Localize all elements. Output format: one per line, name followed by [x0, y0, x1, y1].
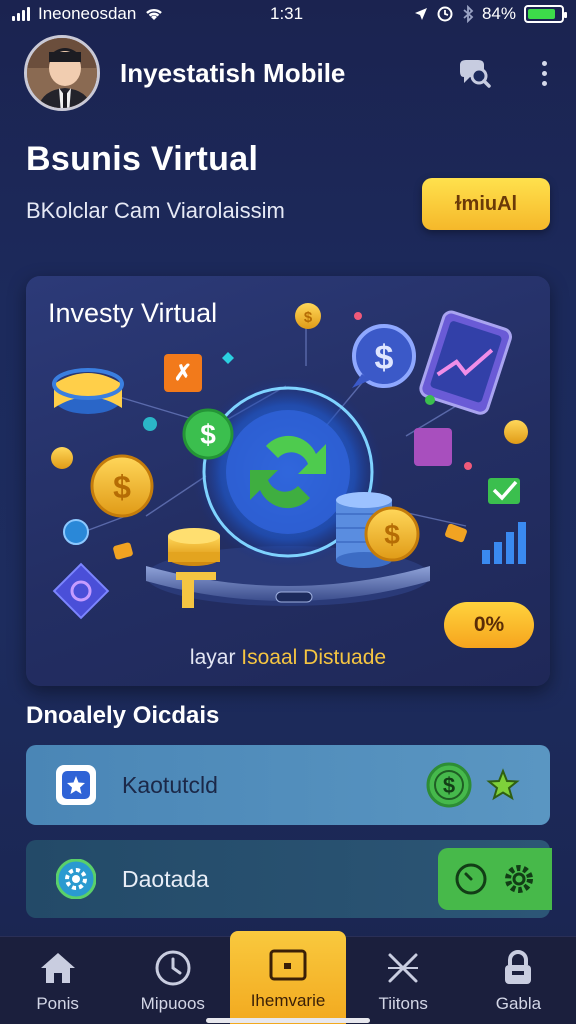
tab-label: Mipuoos [140, 993, 205, 1013]
list-item-label: Daotada [122, 865, 209, 892]
svg-text:$: $ [200, 419, 216, 450]
bluetooth-icon [463, 5, 474, 23]
list-item-label: Kaotutcld [122, 771, 218, 798]
app-title: Inyestatish Mobile [120, 57, 346, 88]
hero-action-button[interactable]: ɫmiuAl [422, 178, 550, 230]
chat-search-icon[interactable] [454, 53, 494, 93]
feature-card[interactable]: $ $ $ $ $ ✗ Investy Virtual 0% layar Iso… [26, 276, 550, 686]
battery-icon [524, 5, 567, 23]
feature-caption: layar Isoaal Distuade [26, 646, 550, 670]
tab-label: Gabla [495, 993, 542, 1013]
clock-icon [151, 948, 195, 988]
list-item-actions: $ [426, 762, 520, 808]
hero-subtitle: BKolclar Cam Viarolaissim [26, 198, 285, 223]
app-header: Inyestatish Mobile [24, 34, 554, 112]
tab-ponis[interactable]: Ponis [0, 937, 115, 1024]
battery-level [528, 9, 555, 19]
tab-ihemvarie[interactable]: Ihemvarie [230, 931, 346, 1024]
home-indicator[interactable] [206, 1018, 370, 1023]
location-arrow-icon [414, 8, 427, 20]
hero-title: Bsunis Virtual [26, 140, 259, 178]
avatar[interactable] [24, 35, 100, 111]
wifi-icon [146, 8, 163, 20]
status-time: 1:31 [270, 4, 304, 23]
dollar-coin-icon[interactable]: $ [426, 762, 472, 808]
battery-percent: 84% [481, 4, 516, 23]
tab-label: Ihemvarie [250, 990, 326, 1010]
tab-label: Tiitons [378, 993, 428, 1013]
list-item[interactable]: Daotada [26, 840, 552, 918]
alarm-icon [437, 6, 453, 22]
cross-icon [381, 948, 425, 988]
star-app-icon [56, 765, 96, 805]
list-item[interactable]: Kaotutcld $ [26, 745, 550, 825]
percent-pill[interactable]: 0% [444, 602, 534, 648]
star-icon[interactable] [486, 768, 520, 802]
list-item-actions [438, 848, 552, 910]
gear-app-icon [56, 859, 96, 899]
svg-text:$: $ [113, 469, 131, 505]
timer-icon[interactable] [454, 862, 488, 896]
tab-mipuoos[interactable]: Mipuoos [115, 937, 230, 1024]
home-icon [36, 948, 80, 988]
svg-text:$: $ [384, 519, 400, 550]
more-menu-icon[interactable] [534, 60, 554, 86]
status-left: Ineoneosdan [12, 4, 164, 24]
wallet-icon [266, 945, 310, 985]
status-bar: Ineoneosdan 1:31 84% [0, 0, 576, 28]
status-right: 84% [414, 4, 567, 24]
svg-text:$: $ [443, 773, 455, 798]
section-title: Dnoalely Oicdais [26, 702, 220, 729]
gear-icon[interactable] [502, 862, 536, 896]
svg-text:✗: ✗ [174, 360, 192, 385]
tab-tiitons[interactable]: Tiitons [346, 937, 461, 1024]
signal-icon [12, 7, 30, 21]
avatar-portrait [27, 38, 97, 108]
svg-text:$: $ [304, 309, 313, 326]
lock-icon [496, 948, 540, 988]
feature-caption-accent: Isoaal Distuade [241, 646, 387, 669]
feature-caption-prefix: layar [189, 646, 236, 669]
feature-title: Investy Virtual [48, 298, 218, 328]
svg-text:$: $ [375, 339, 394, 377]
tab-label: Ponis [36, 993, 79, 1013]
bottom-tab-bar: Ponis Mipuoos Ihemvarie Tiitons Gabla [0, 931, 576, 1024]
tab-gabla[interactable]: Gabla [461, 937, 576, 1024]
carrier-label: Ineoneosdan [38, 4, 137, 23]
